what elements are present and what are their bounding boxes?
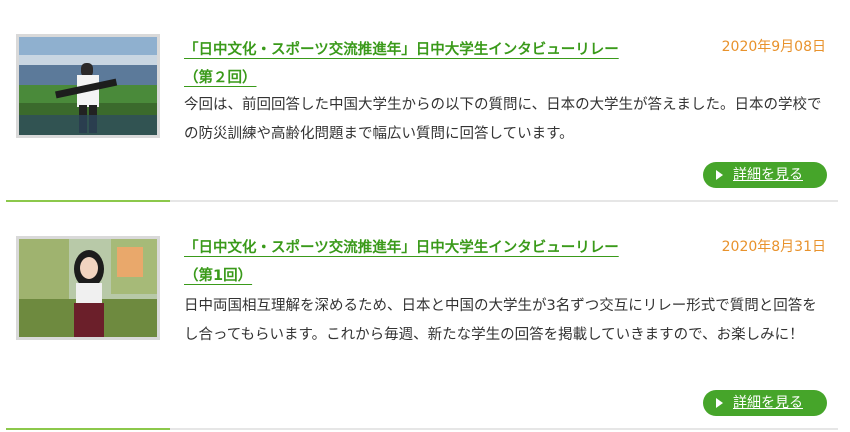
article-summary: 今回は、前回回答した中国大学生からの以下の質問に、日本の大学生が答えました。日本…: [184, 97, 822, 142]
divider-accent: [6, 200, 170, 202]
news-item: 「日中文化・スポーツ交流推進年」日中大学生インタビューリレー（第２回） 2020…: [0, 0, 850, 204]
details-button-label: 詳細を見る: [733, 167, 803, 183]
details-button-label: 詳細を見る: [733, 395, 803, 411]
article-summary: 日中両国相互理解を深めるため、日本と中国の大学生が3名ずつ交互にリレー形式で質問…: [184, 298, 817, 343]
stadium-photo: [19, 37, 157, 135]
play-arrow-icon: [716, 170, 723, 180]
article-date: 2020年9月08日: [721, 39, 826, 55]
article-date: 2020年8月31日: [721, 239, 826, 255]
article-thumbnail[interactable]: [16, 34, 160, 138]
article-title-link[interactable]: 「日中文化・スポーツ交流推進年」日中大学生インタビューリレー（第２回）: [184, 36, 624, 92]
play-arrow-icon: [716, 398, 723, 408]
details-button[interactable]: 詳細を見る: [703, 162, 827, 188]
article-title-link[interactable]: 「日中文化・スポーツ交流推進年」日中大学生インタビューリレー（第1回）: [184, 234, 624, 290]
news-item: 「日中文化・スポーツ交流推進年」日中大学生インタビューリレー（第1回） 2020…: [0, 204, 850, 432]
details-button[interactable]: 詳細を見る: [703, 390, 827, 416]
divider-accent: [6, 428, 170, 430]
article-thumbnail[interactable]: [16, 236, 160, 340]
divider: [6, 200, 838, 202]
divider: [6, 428, 838, 430]
student-portrait-photo: [19, 239, 157, 337]
